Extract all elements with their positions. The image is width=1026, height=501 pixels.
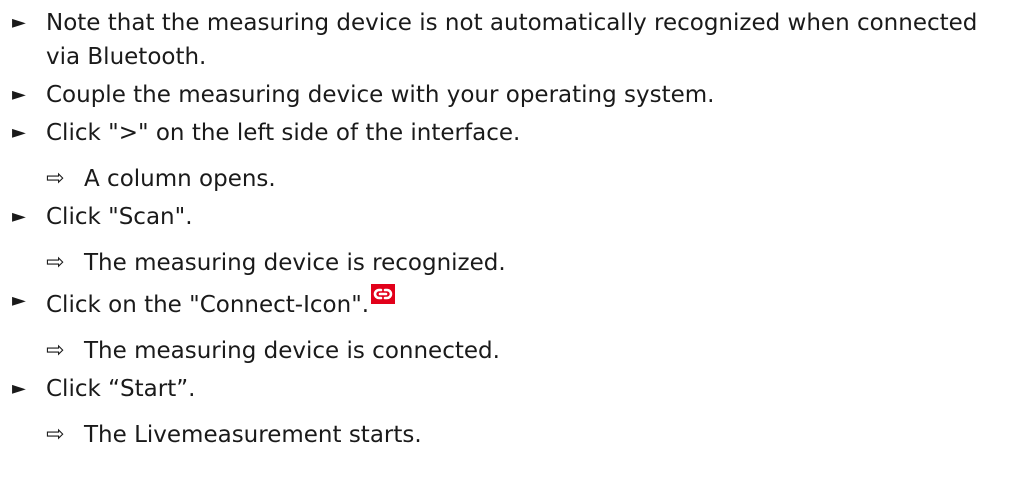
step-item: ► Click “Start”.: [12, 372, 1022, 406]
result-arrow-icon: ⇨: [46, 338, 65, 363]
step-text: Click "Scan".: [46, 204, 193, 230]
step-item: ► Click "Scan".: [12, 200, 1022, 234]
result-item: ⇨ The Livemeasurement starts.: [12, 418, 1022, 452]
result-item: ⇨ A column opens.: [12, 162, 1022, 196]
result-arrow-icon: ⇨: [46, 422, 65, 447]
step-item: ► Click ">" on the left side of the inter…: [12, 116, 1022, 150]
step-text: Click on the "Connect-Icon".: [46, 284, 396, 322]
step-item: ► Note that the measuring device is not a…: [12, 6, 1022, 74]
step-text: Click ">" on the left side of the interf…: [46, 120, 521, 146]
instruction-list: ► Note that the measuring device is not a…: [12, 6, 1022, 452]
result-item: ⇨ The measuring device is recognized.: [12, 246, 1022, 280]
result-item: ⇨ The measuring device is connected.: [12, 334, 1022, 368]
step-marker-icon: ►: [12, 12, 26, 33]
step-text: Couple the measuring device with your op…: [46, 82, 715, 108]
step-marker-icon: ►: [12, 378, 26, 399]
step-marker-icon: ►: [12, 206, 26, 227]
step-marker-icon: ►: [12, 84, 26, 105]
result-text: The Livemeasurement starts.: [84, 422, 422, 448]
result-text: The measuring device is recognized.: [84, 250, 506, 276]
result-text: A column opens.: [84, 166, 276, 192]
step-marker-icon: ►: [12, 290, 26, 311]
step-item: ► Couple the measuring device with your o…: [12, 78, 1022, 112]
step-marker-icon: ►: [12, 122, 26, 143]
step-text: Note that the measuring device is not au…: [46, 10, 978, 70]
step-text: Click “Start”.: [46, 376, 196, 402]
link-icon: [371, 284, 396, 304]
result-arrow-icon: ⇨: [46, 166, 65, 191]
step-text-content: Click on the "Connect-Icon".: [46, 292, 370, 318]
step-item: ► Click on the "Connect-Icon".: [12, 284, 1022, 322]
result-text: The measuring device is connected.: [84, 338, 500, 364]
result-arrow-icon: ⇨: [46, 250, 65, 275]
